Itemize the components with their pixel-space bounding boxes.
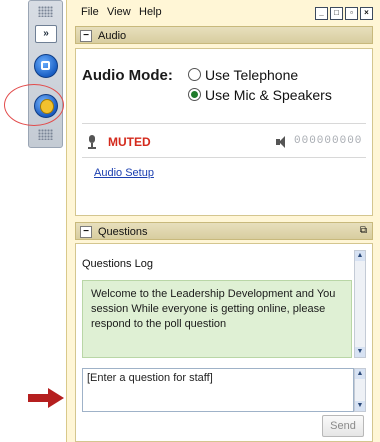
- collapse-icon[interactable]: −: [80, 226, 92, 238]
- send-button[interactable]: Send: [322, 415, 364, 437]
- audio-mode-label: Audio Mode:: [82, 67, 173, 84]
- mic-status: MUTED: [108, 135, 151, 149]
- speaker-level-meter: 000000000: [294, 135, 363, 147]
- radio-use-telephone[interactable]: Use Telephone: [188, 67, 298, 83]
- questions-log-title: Questions Log: [82, 258, 153, 270]
- radio-selected-icon: [188, 88, 201, 101]
- menu-help[interactable]: Help: [139, 6, 162, 18]
- popout-icon[interactable]: ⧉: [360, 225, 367, 236]
- arrow-annotation: [28, 388, 66, 408]
- questions-log: Welcome to the Leadership Development an…: [82, 280, 352, 358]
- radio-label: Use Telephone: [205, 67, 299, 83]
- audio-section-title: Audio: [98, 30, 127, 42]
- log-scrollbar[interactable]: ▲ ▼: [354, 250, 366, 358]
- scroll-up-icon[interactable]: ▲: [355, 251, 365, 261]
- menu-bar: File View Help _ □ ▫ ×: [67, 0, 380, 24]
- screen-share-button[interactable]: [34, 54, 58, 78]
- questions-section-title: Questions: [98, 226, 148, 238]
- audio-section-header[interactable]: − Audio: [75, 26, 373, 44]
- audio-section-body: Audio Mode: Use Telephone Use Mic & Spea…: [75, 48, 373, 216]
- radio-label: Use Mic & Speakers: [205, 87, 332, 103]
- dock-grip[interactable]: [38, 6, 53, 17]
- divider: [82, 123, 366, 124]
- close-button[interactable]: ×: [360, 7, 373, 20]
- questions-section-header[interactable]: − Questions ⧉: [75, 222, 373, 240]
- menu-file[interactable]: File: [81, 6, 99, 18]
- input-scrollbar[interactable]: ▲ ▼: [354, 368, 366, 412]
- collapse-icon[interactable]: −: [80, 30, 92, 42]
- highlight-annotation: [4, 84, 64, 126]
- maximize-button[interactable]: □: [330, 7, 343, 20]
- speaker-volume-icon[interactable]: [276, 136, 288, 148]
- divider: [82, 157, 366, 158]
- microphone-icon[interactable]: [88, 135, 96, 149]
- dock-grip-bottom: [38, 129, 53, 140]
- question-input[interactable]: [Enter a question for staff]: [82, 368, 354, 412]
- radio-icon: [188, 68, 201, 81]
- scroll-up-icon[interactable]: ▲: [355, 369, 365, 379]
- scroll-down-icon[interactable]: ▼: [355, 347, 365, 357]
- control-panel: File View Help _ □ ▫ × − Audio Audio Mod…: [66, 0, 380, 442]
- audio-setup-link[interactable]: Audio Setup: [94, 167, 154, 179]
- questions-section-body: Questions Log Welcome to the Leadership …: [75, 243, 373, 442]
- menu-view[interactable]: View: [107, 6, 131, 18]
- radio-use-mic-speakers[interactable]: Use Mic & Speakers: [188, 87, 332, 103]
- restore-button[interactable]: ▫: [345, 7, 358, 20]
- expand-panel-button[interactable]: »: [35, 25, 57, 43]
- minimize-button[interactable]: _: [315, 7, 328, 20]
- scroll-down-icon[interactable]: ▼: [355, 401, 365, 411]
